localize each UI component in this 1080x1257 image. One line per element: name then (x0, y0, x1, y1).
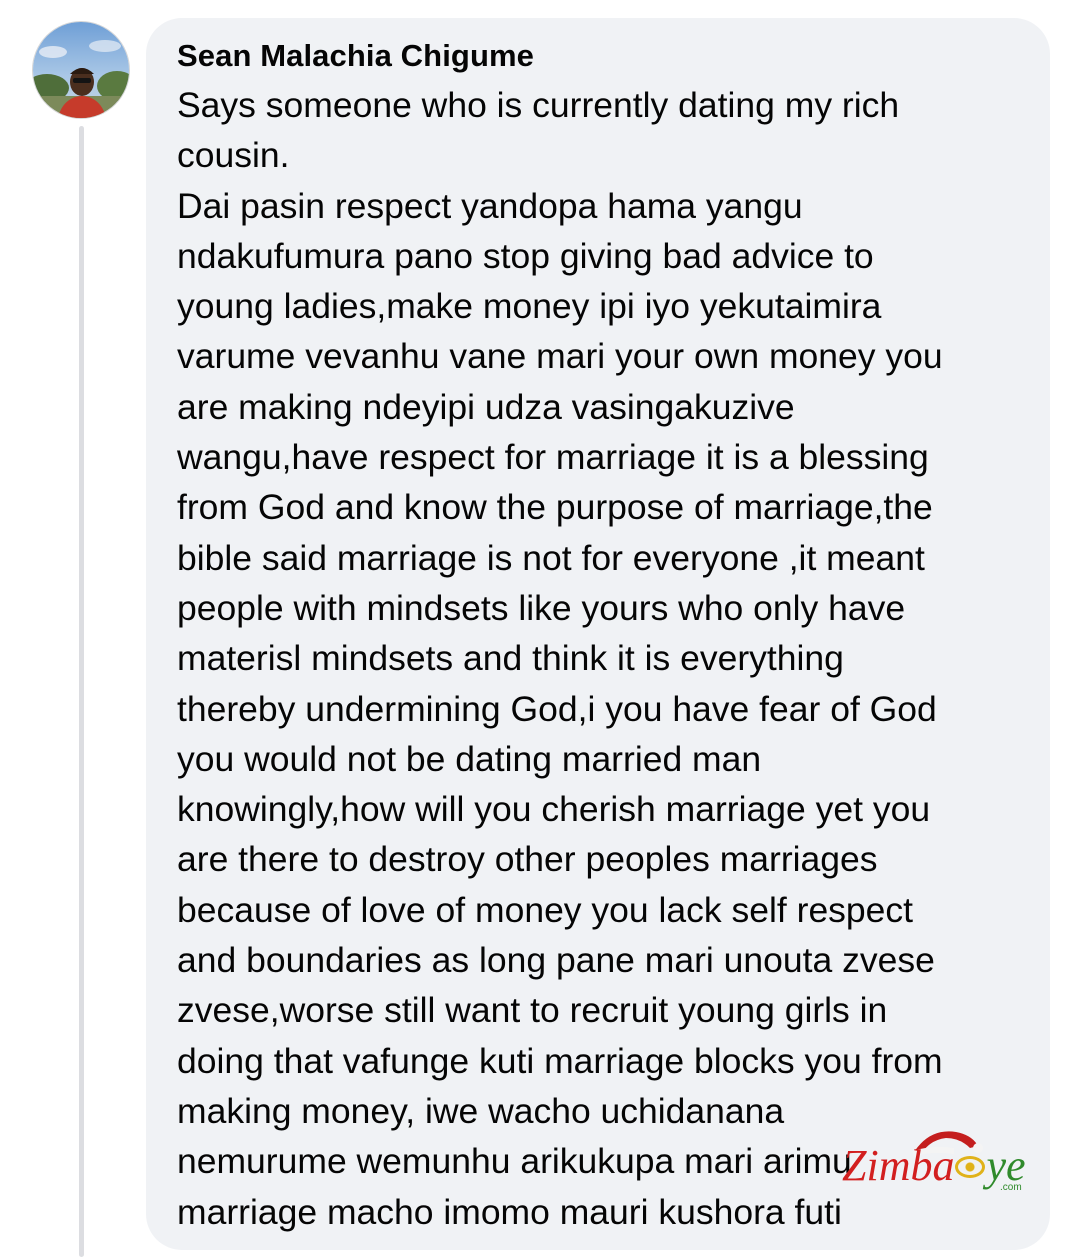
comment-line: bible said marriage is not for everyone … (177, 537, 925, 578)
comment-line: from God and know the purpose of marriag… (177, 487, 933, 528)
comment-line: young ladies,make money ipi iyo yekutaim… (177, 286, 882, 327)
comment-line: varume vevanhu vane mari your own money … (177, 336, 943, 377)
comment-line: thereby undermining God,i you have fear … (177, 688, 937, 729)
comment-line: are making ndeyipi udza vasingakuzive (177, 386, 795, 427)
author-avatar[interactable] (32, 21, 130, 119)
comment-line: people with mindsets like yours who only… (177, 587, 906, 628)
comment-author-name[interactable]: Sean Malachia Chigume (177, 38, 534, 74)
comment-line: materisl mindsets and think it is everyt… (177, 638, 844, 679)
comment-line: knowingly,how will you cherish marriage … (177, 789, 931, 830)
avatar-photo (33, 22, 129, 118)
comment-line: ndakufumura pano stop giving bad advice … (177, 235, 874, 276)
comment-line: Says someone who is currently dating my … (177, 85, 900, 125)
comment-line: because of love of money you lack self r… (177, 889, 914, 930)
comment-line: are there to destroy other peoples marri… (177, 839, 878, 880)
comment-line: wangu,have respect for marriage it is a … (177, 437, 929, 478)
eye-icon (955, 1156, 986, 1178)
comment-line: zvese,worse still want to recruit young … (177, 990, 888, 1031)
comment-body: Says someone who is currently dating my … (177, 80, 1037, 1237)
comment-line: you would not be dating married man (177, 738, 762, 779)
comment-line: doing that vafunge kuti marriage blocks … (177, 1040, 943, 1081)
comment-line: and boundaries as long pane mari unouta … (177, 940, 935, 981)
comment-line: cousin. (177, 135, 290, 176)
zimbaeye-watermark-logo: Zimba ye .com (842, 1126, 1032, 1196)
watermark-text-part1: Zimba (842, 1141, 955, 1190)
watermark-domain-suffix: .com (1000, 1182, 1022, 1193)
thread-line (79, 126, 84, 1257)
comment-line: Dai pasin respect yandopa hama yangu (177, 185, 803, 226)
